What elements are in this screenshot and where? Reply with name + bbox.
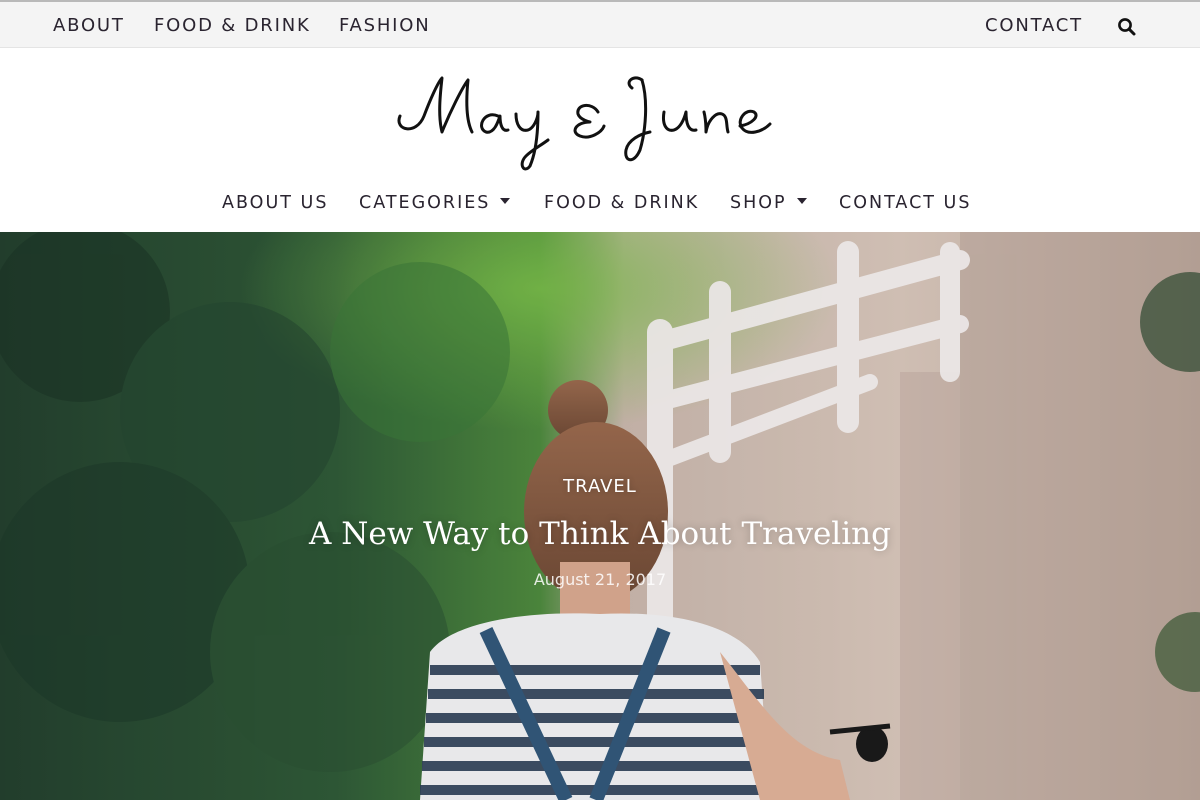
topbar-link-about[interactable]: ABOUT [53, 15, 125, 37]
nav-item-label: CONTACT US [839, 193, 972, 213]
topbar-link-food-drink[interactable]: FOOD & DRINK [154, 15, 311, 37]
post-category-label[interactable]: TRAVEL [0, 476, 1200, 497]
topbar-link-contact[interactable]: CONTACT [985, 15, 1083, 37]
nav-item-label: FOOD & DRINK [544, 193, 700, 213]
nav-item-about-us[interactable]: ABOUT US [222, 192, 328, 216]
caret-down-icon [500, 198, 511, 204]
nav-item-shop[interactable]: SHOP [730, 192, 807, 216]
search-icon[interactable] [1116, 16, 1138, 38]
top-utility-bar: ABOUT FOOD & DRINK FASHION CONTACT [0, 0, 1200, 48]
nav-item-contact-us[interactable]: CONTACT US [839, 192, 971, 216]
nav-item-label: ABOUT US [222, 193, 329, 213]
nav-item-food-drink[interactable]: FOOD & DRINK [544, 192, 699, 216]
nav-item-label: CATEGORIES [359, 193, 491, 213]
site-logo[interactable] [380, 60, 800, 180]
post-date: August 21, 2017 [533, 570, 667, 589]
featured-post-hero[interactable]: TRAVEL A New Way to Think About Travelin… [0, 232, 1200, 800]
topbar-link-fashion[interactable]: FASHION [339, 15, 431, 37]
post-title[interactable]: A New Way to Think About Traveling [0, 516, 1200, 552]
caret-down-icon [796, 198, 807, 204]
nav-item-label: SHOP [730, 193, 787, 213]
nav-item-categories[interactable]: CATEGORIES [359, 192, 511, 216]
